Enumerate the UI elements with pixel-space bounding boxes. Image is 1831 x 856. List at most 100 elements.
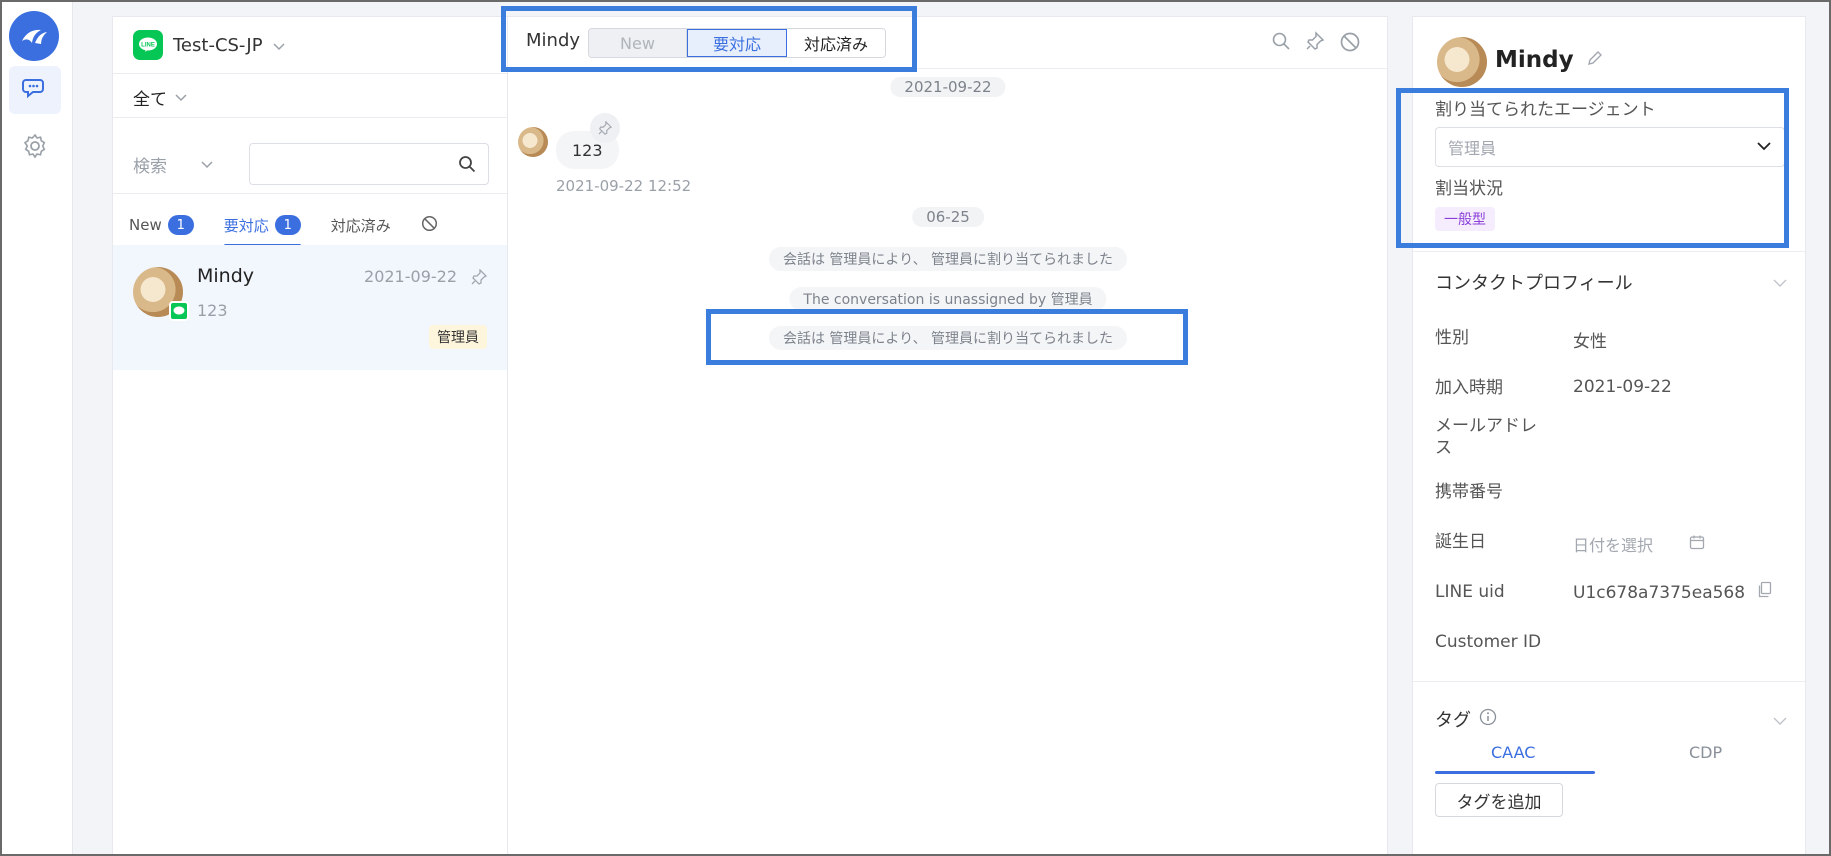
calendar-icon (1689, 534, 1705, 554)
tags-title-text: タグ (1435, 710, 1471, 731)
copy-icon[interactable] (1757, 581, 1773, 604)
info-icon[interactable] (1479, 708, 1497, 731)
phone-label: 携帯番号 (1435, 482, 1503, 502)
count-badge: 1 (274, 215, 301, 235)
profile-section-title: コンタクトプロフィール (1435, 273, 1633, 294)
line-logo-icon (169, 301, 189, 321)
pin-icon[interactable] (1305, 31, 1325, 57)
pin-icon[interactable] (590, 113, 620, 143)
status-needs-action-button[interactable]: 要対応 (687, 29, 787, 57)
chat-header: Mindy New 要対応 対応済み (508, 17, 1387, 69)
divider (1413, 251, 1805, 252)
chat-panel: Mindy New 要対応 対応済み 2021-09-22 123 2021-0… (508, 16, 1388, 856)
tab-label: 対応済み (330, 216, 391, 235)
conversation-name: Mindy (197, 265, 255, 287)
tab-cdp[interactable]: CDP (1689, 743, 1722, 762)
contact-name: Mindy (1495, 47, 1604, 73)
active-tab-indicator (1435, 771, 1595, 774)
tab-label: New (129, 216, 162, 234)
edit-pencil-icon[interactable] (1586, 47, 1604, 73)
left-rail (2, 2, 73, 854)
customer-id-label: Customer ID (1435, 632, 1542, 652)
assign-status-badge: 一般型 (1435, 207, 1495, 231)
birthday-datepicker[interactable]: 日付を選択 (1573, 532, 1705, 556)
rail-settings-button[interactable] (9, 124, 61, 172)
chat-bubbles-icon (22, 75, 48, 105)
status-segmented-control: New 要対応 対応済み (588, 28, 886, 58)
birthday-placeholder: 日付を選択 (1573, 536, 1654, 555)
channel-name: Test-CS-JP (173, 34, 263, 56)
date-separator: 2021-09-22 (890, 77, 1006, 97)
chevron-down-icon[interactable] (1773, 711, 1787, 730)
tags-section-title: タグ (1435, 706, 1497, 732)
tag-source-tabs: CAAC CDP (1435, 735, 1785, 775)
status-tabs: New 1 要対応 1 対応済み (129, 209, 438, 247)
status-resolved-button[interactable]: 対応済み (787, 29, 885, 57)
count-badge: 1 (167, 215, 194, 235)
tab-new[interactable]: New 1 (129, 209, 194, 241)
channel-selector[interactable]: LINE Test-CS-JP (133, 29, 285, 61)
birthday-label: 誕生日 (1435, 532, 1486, 552)
line-uid-value: U1c678a7375ea568 (1573, 581, 1773, 604)
divider (1413, 681, 1805, 682)
divider (113, 73, 507, 74)
pin-icon[interactable] (471, 268, 488, 289)
search-input[interactable] (249, 143, 489, 185)
avatar (518, 127, 548, 157)
chevron-down-icon (201, 154, 213, 174)
assigned-agent-select[interactable]: 管理員 (1435, 127, 1785, 167)
line-uid-text: U1c678a7375ea568 (1573, 582, 1746, 603)
tab-needs-action[interactable]: 要対応 1 (223, 209, 301, 247)
tab-caac[interactable]: CAAC (1491, 743, 1535, 762)
email-field[interactable] (1573, 415, 1773, 461)
add-tag-button[interactable]: タグを追加 (1435, 783, 1563, 817)
search-icon[interactable] (1271, 31, 1291, 57)
contact-name-text: Mindy (1495, 47, 1574, 73)
filter-label: 全て (133, 89, 167, 110)
gear-icon (22, 133, 48, 163)
search-type-label: 検索 (133, 156, 167, 177)
tab-resolved[interactable]: 対応済み (331, 209, 391, 241)
divider (113, 117, 507, 118)
system-message: 会話は 管理員により、 管理員に割り当てられました (768, 247, 1128, 271)
assign-status-label: 割当状況 (1435, 179, 1503, 199)
conversation-last-message: 123 (197, 301, 228, 320)
rail-chat-button[interactable] (9, 66, 61, 114)
joined-value: 2021-09-22 (1573, 377, 1672, 397)
app-logo-icon[interactable] (9, 11, 59, 61)
chevron-down-icon (273, 35, 285, 56)
system-message: The conversation is unassigned by 管理員 (789, 287, 1107, 311)
system-message: 会話は 管理員により、 管理員に割り当てられました (768, 326, 1128, 350)
conversation-date: 2021-09-22 (364, 267, 457, 286)
chevron-down-icon (1756, 138, 1772, 158)
tab-blocked[interactable] (421, 209, 438, 241)
conversation-list-panel: LINE Test-CS-JP 全て 検索 New 1 要対応 1 対応済み M… (112, 16, 508, 856)
gender-label: 性別 (1435, 328, 1469, 348)
svg-text:LINE: LINE (141, 43, 155, 49)
message-timestamp: 2021-09-22 12:52 (556, 177, 692, 195)
line-logo-icon: LINE (133, 30, 163, 60)
block-icon (421, 215, 438, 236)
chevron-down-icon[interactable] (1773, 273, 1787, 292)
search-icon[interactable] (458, 155, 476, 177)
chevron-down-icon (175, 87, 187, 107)
contact-info-panel: Mindy 割り当てられたエージェント 管理員 割当状況 一般型 コンタクトプロ… (1412, 16, 1806, 856)
email-label: メールアドレス (1435, 416, 1537, 458)
assigned-agent-value: 管理員 (1448, 139, 1497, 158)
tab-label: 要対応 (223, 216, 269, 235)
gender-value[interactable]: 女性 (1573, 327, 1607, 352)
avatar (1437, 37, 1487, 87)
agent-badge: 管理員 (429, 325, 487, 349)
phone-field[interactable] (1573, 481, 1773, 505)
line-uid-label: LINE uid (1435, 582, 1505, 602)
assigned-agent-label: 割り当てられたエージェント (1435, 100, 1656, 120)
joined-label: 加入時期 (1435, 378, 1503, 398)
date-separator: 06-25 (912, 207, 984, 227)
conversation-item[interactable]: Mindy 2021-09-22 123 管理員 (113, 245, 507, 370)
block-icon[interactable] (1339, 31, 1361, 57)
chat-header-actions (1271, 31, 1361, 57)
divider (113, 193, 507, 194)
chat-contact-name: Mindy (526, 30, 581, 51)
filter-dropdown[interactable]: 全て (133, 81, 187, 113)
status-new-button[interactable]: New (589, 29, 687, 57)
